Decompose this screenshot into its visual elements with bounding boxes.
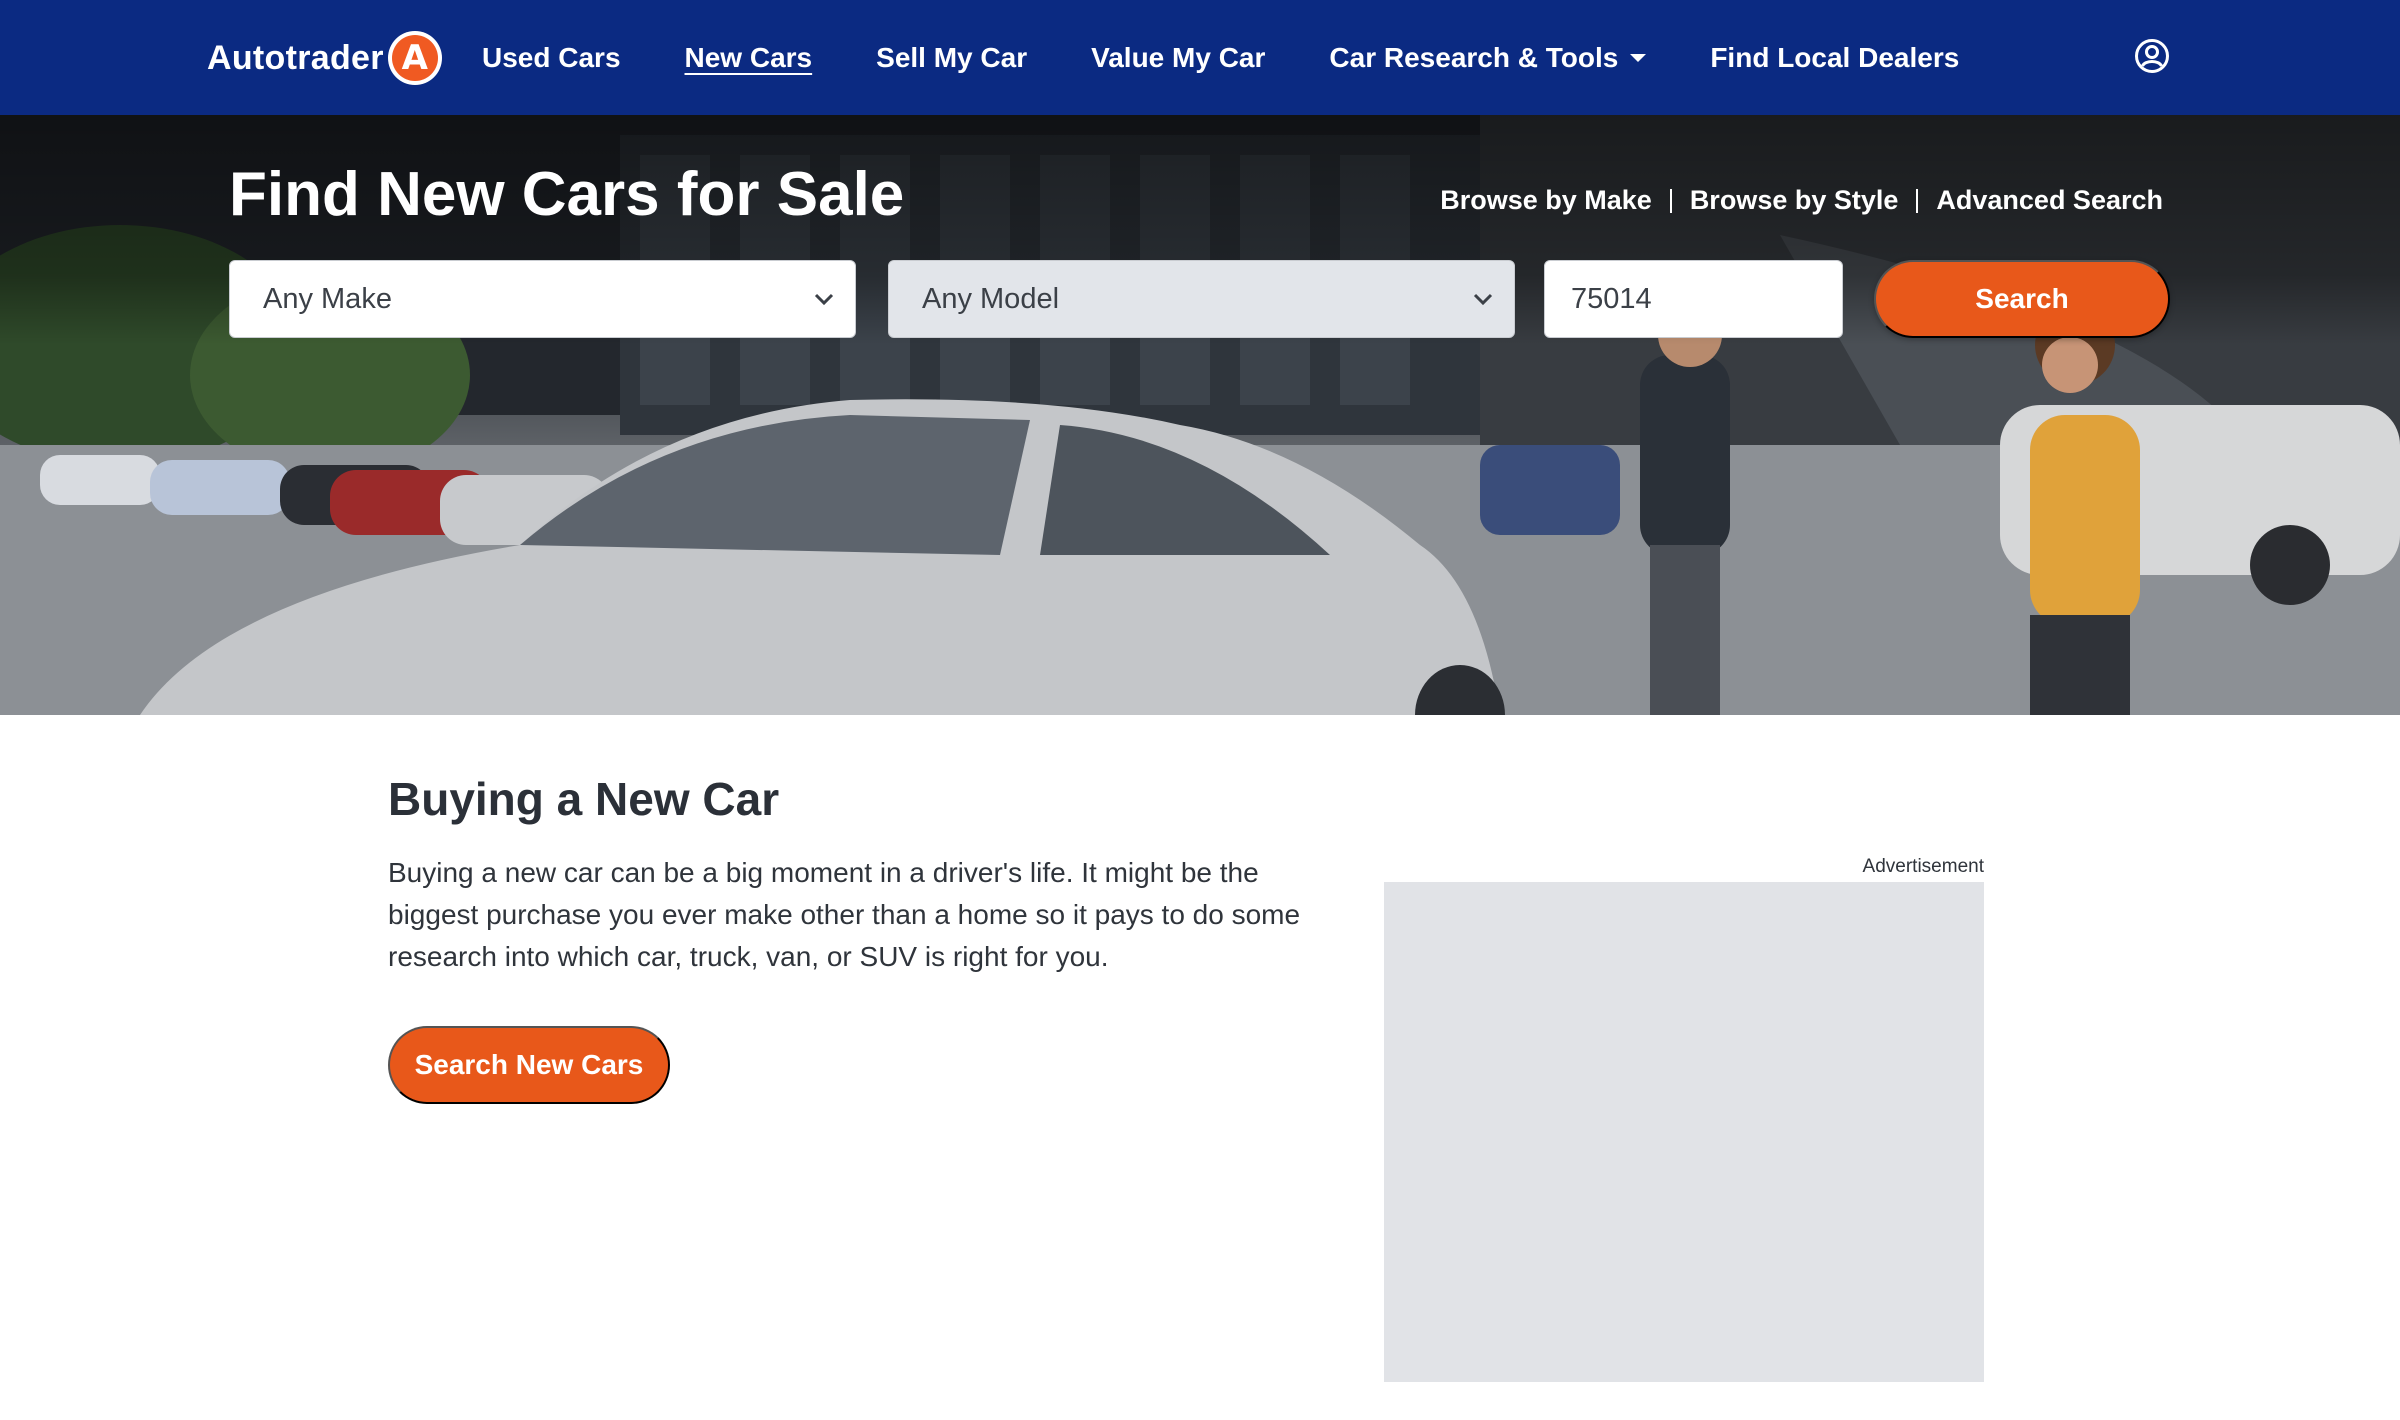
nav-find-local-dealers[interactable]: Find Local Dealers: [1710, 42, 1959, 74]
nav-new-cars[interactable]: New Cars: [685, 42, 813, 74]
logo-badge-letter: A: [391, 35, 438, 81]
autotrader-logo[interactable]: Autotrader A: [207, 30, 442, 86]
make-select[interactable]: Any Make: [229, 260, 856, 338]
make-select-value: Any Make: [263, 282, 392, 315]
browse-by-style-link[interactable]: Browse by Style: [1690, 185, 1899, 216]
logo-text: Autotrader: [207, 38, 384, 77]
link-divider: [1916, 188, 1919, 213]
browse-by-make-link[interactable]: Browse by Make: [1440, 185, 1652, 216]
nav-car-research-tools[interactable]: Car Research & Tools: [1329, 41, 1647, 74]
advanced-search-link[interactable]: Advanced Search: [1936, 185, 2163, 216]
section-heading: Buying a New Car: [388, 773, 780, 825]
caret-down-icon: [1630, 53, 1647, 62]
advertisement-slot: [1384, 882, 1984, 1382]
nav-sell-my-car[interactable]: Sell My Car: [876, 42, 1027, 74]
chevron-down-icon: [814, 293, 834, 306]
main-nav: Used Cars New Cars Sell My Car Value My …: [482, 0, 2023, 115]
search-new-cars-button[interactable]: Search New Cars: [388, 1026, 670, 1104]
hero-banner: Find New Cars for Sale Browse by Make Br…: [0, 115, 2400, 715]
nav-used-cars[interactable]: Used Cars: [482, 42, 621, 74]
page-title: Find New Cars for Sale: [229, 160, 905, 229]
link-divider: [1669, 188, 1672, 213]
nav-value-my-car[interactable]: Value My Car: [1091, 42, 1265, 74]
zip-code-input[interactable]: 75014: [1544, 260, 1843, 338]
top-navigation: Autotrader A Used Cars New Cars Sell My …: [0, 0, 2400, 115]
search-form: Any Make Any Model 75014 Search: [229, 260, 2170, 338]
logo-badge-icon: A: [387, 31, 442, 85]
user-circle-icon[interactable]: [2134, 38, 2170, 74]
section-body-text: Buying a new car can be a big moment in …: [388, 857, 1301, 972]
advertisement-label: Advertisement: [1862, 856, 1984, 877]
model-select[interactable]: Any Model: [888, 260, 1515, 338]
hero-quick-links: Browse by Make Browse by Style Advanced …: [1440, 185, 2163, 216]
model-select-value: Any Model: [922, 282, 1060, 315]
chevron-down-icon: [1473, 293, 1493, 306]
search-button[interactable]: Search: [1874, 260, 2170, 338]
nav-car-research-tools-label: Car Research & Tools: [1329, 41, 1619, 73]
